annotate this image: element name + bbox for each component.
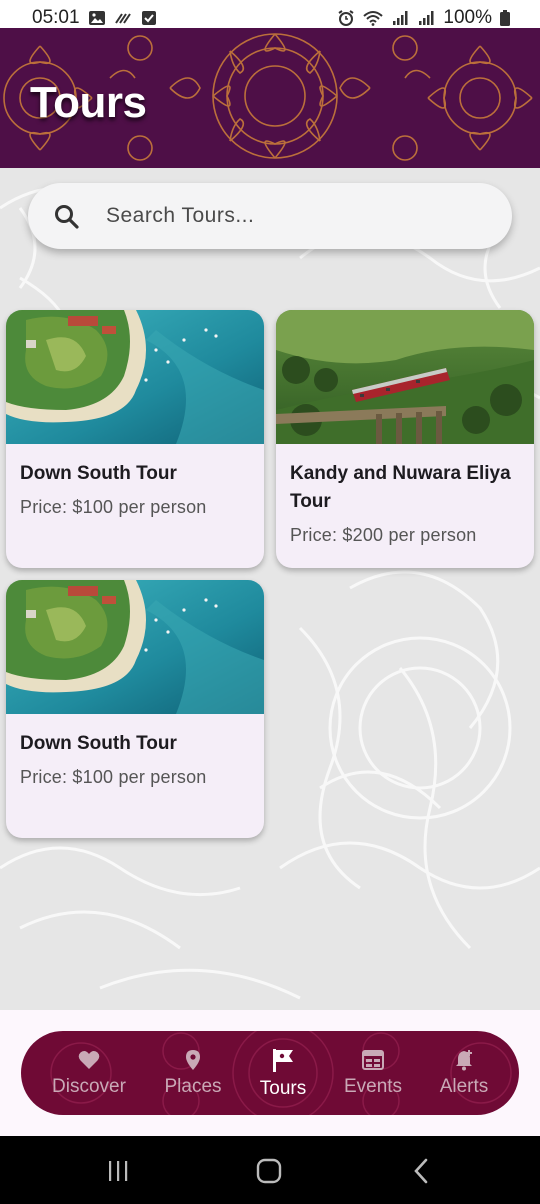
tour-title: Down South Tour [20, 463, 177, 484]
nav-label: Places [164, 1076, 222, 1097]
heart-icon [78, 1051, 100, 1069]
nav-item-tours[interactable]: Tours [241, 1031, 325, 1115]
flag-icon [273, 1049, 293, 1072]
check-box-icon [141, 11, 156, 25]
home-icon[interactable] [255, 1158, 283, 1184]
train-bridge-image [276, 310, 534, 444]
nav-item-alerts[interactable]: Alerts [421, 1031, 507, 1115]
bottom-nav: Discover Places Tours Events Alerts [21, 1031, 519, 1115]
calendar-grid-icon [362, 1050, 384, 1070]
nav-label: Tours [259, 1078, 307, 1099]
battery-percent: 100% [443, 7, 492, 28]
data-saver-icon [114, 13, 131, 24]
system-navigation-bar [0, 1136, 540, 1204]
search-bar[interactable] [28, 183, 512, 249]
gallery-notification-icon [88, 11, 105, 25]
page-title: Tours [30, 78, 147, 127]
nav-item-places[interactable]: Places [149, 1031, 237, 1115]
nav-item-events[interactable]: Events [331, 1031, 415, 1115]
tour-card[interactable]: Down South Tour Price: $100 per person [6, 310, 264, 568]
tour-title: Down South Tour [20, 733, 177, 754]
nav-label: Events [343, 1076, 403, 1097]
nav-label: Discover [52, 1076, 126, 1097]
bell-add-icon [456, 1050, 472, 1071]
search-icon [55, 205, 79, 229]
beach-aerial-image [6, 580, 264, 714]
signal-2-icon [419, 11, 434, 25]
tour-card[interactable]: Kandy and Nuwara Eliya Tour Price: $200 … [276, 310, 534, 568]
nav-item-discover[interactable]: Discover [37, 1031, 141, 1115]
tour-title: Kandy and Nuwara Eliya Tour [290, 463, 511, 512]
tour-price: Price: $200 per person [290, 525, 477, 545]
alarm-icon [338, 10, 354, 26]
signal-1-icon [393, 11, 408, 25]
beach-aerial-image [6, 310, 264, 444]
search-input[interactable] [106, 183, 496, 249]
status-right: 100% [337, 7, 510, 29]
tour-card[interactable]: Down South Tour Price: $100 per person [6, 580, 264, 838]
status-left: 05:01 [32, 7, 158, 29]
back-icon[interactable] [408, 1158, 436, 1184]
status-time: 05:01 [32, 7, 80, 28]
nav-label: Alerts [439, 1076, 489, 1097]
tour-price: Price: $100 per person [20, 767, 207, 787]
tour-price: Price: $100 per person [20, 497, 207, 517]
location-pin-icon [186, 1050, 200, 1070]
battery-icon [500, 10, 510, 26]
wifi-icon [363, 11, 384, 26]
app-header: Tours [0, 28, 540, 168]
recent-apps-icon[interactable] [104, 1158, 132, 1184]
